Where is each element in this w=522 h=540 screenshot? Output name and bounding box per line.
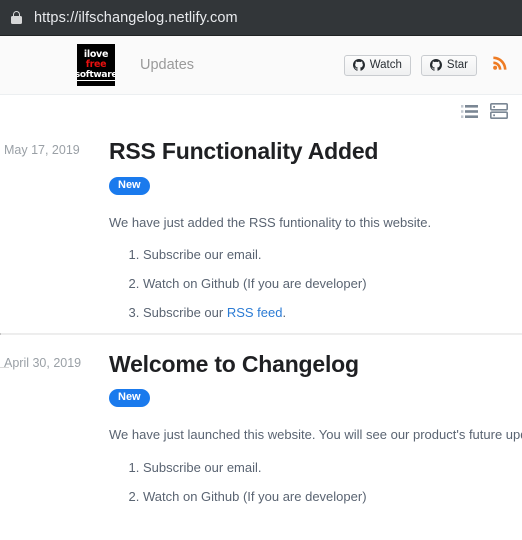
changelog-entry: April 30, 2019 Welcome to Changelog New … — [0, 351, 522, 517]
entry-list: Subscribe our email. Watch on Github (If… — [109, 459, 522, 507]
entry-title: RSS Functionality Added — [109, 138, 379, 164]
list-item: Subscribe our email. — [143, 246, 522, 265]
logo-line-ilove: ilove — [83, 48, 109, 60]
logo-line-free: free — [85, 59, 107, 70]
entry-body: RSS Functionality Added New We have just… — [106, 138, 522, 333]
entry-title: Welcome to Changelog — [109, 350, 359, 377]
scroll-tick-mark — [0, 366, 9, 368]
logo-line-software: software — [77, 70, 115, 81]
list-item-text: Subscribe our email. — [143, 459, 262, 475]
entry-description: We have just launched this website. You … — [109, 427, 522, 443]
github-icon — [352, 59, 365, 71]
list-item: Subscribe our email. — [143, 459, 522, 478]
list-item: Watch on Github (If you are developer) — [143, 275, 522, 294]
list-item-text: Watch on Github (If you are developer) — [143, 275, 367, 291]
star-button-label: Star — [446, 59, 468, 71]
nav-item-updates[interactable]: Updates — [140, 57, 194, 73]
list-item-text: Watch on Github (If you are developer) — [143, 488, 367, 504]
browser-url-bar[interactable]: https://ilfschangelog.netlify.com — [0, 0, 522, 36]
url-text[interactable]: https://ilfschangelog.netlify.com — [34, 10, 238, 26]
status-badge: New — [109, 389, 150, 408]
changelog-entry: May 17, 2019 RSS Functionality Added New… — [0, 138, 522, 333]
card-view-icon[interactable] — [490, 103, 508, 124]
header-actions: Watch Star — [343, 53, 510, 77]
rss-icon[interactable] — [491, 53, 510, 77]
entry-date: April 30, 2019 — [4, 355, 82, 370]
site-header: ilove free software Updates Watch Star — [0, 36, 522, 95]
github-icon — [429, 59, 442, 71]
list-item: Subscribe our RSS feed. — [143, 304, 522, 323]
entry-body: Welcome to Changelog New We have just la… — [106, 351, 522, 517]
rss-feed-link[interactable]: RSS feed — [227, 305, 283, 320]
list-item-text: Subscribe our — [143, 304, 227, 320]
watch-button-label: Watch — [369, 59, 402, 71]
star-button[interactable]: Star — [420, 54, 477, 76]
entry-date: May 17, 2019 — [4, 143, 80, 157]
lock-icon — [11, 11, 22, 24]
view-toolbar — [0, 95, 522, 132]
list-item-suffix: . — [282, 304, 287, 320]
entry-description: We have just added the RSS funtionality … — [109, 214, 432, 230]
list-item-text: Subscribe our email. — [143, 247, 262, 263]
entry-divider — [0, 332, 522, 335]
watch-button[interactable]: Watch — [343, 54, 411, 76]
list-view-icon[interactable] — [461, 104, 478, 124]
status-badge: New — [109, 176, 150, 195]
entry-list: Subscribe our email. Watch on Github (If… — [109, 246, 522, 323]
list-item: Watch on Github (If you are developer) — [143, 488, 522, 507]
brand-logo[interactable]: ilove free software — [77, 44, 115, 86]
